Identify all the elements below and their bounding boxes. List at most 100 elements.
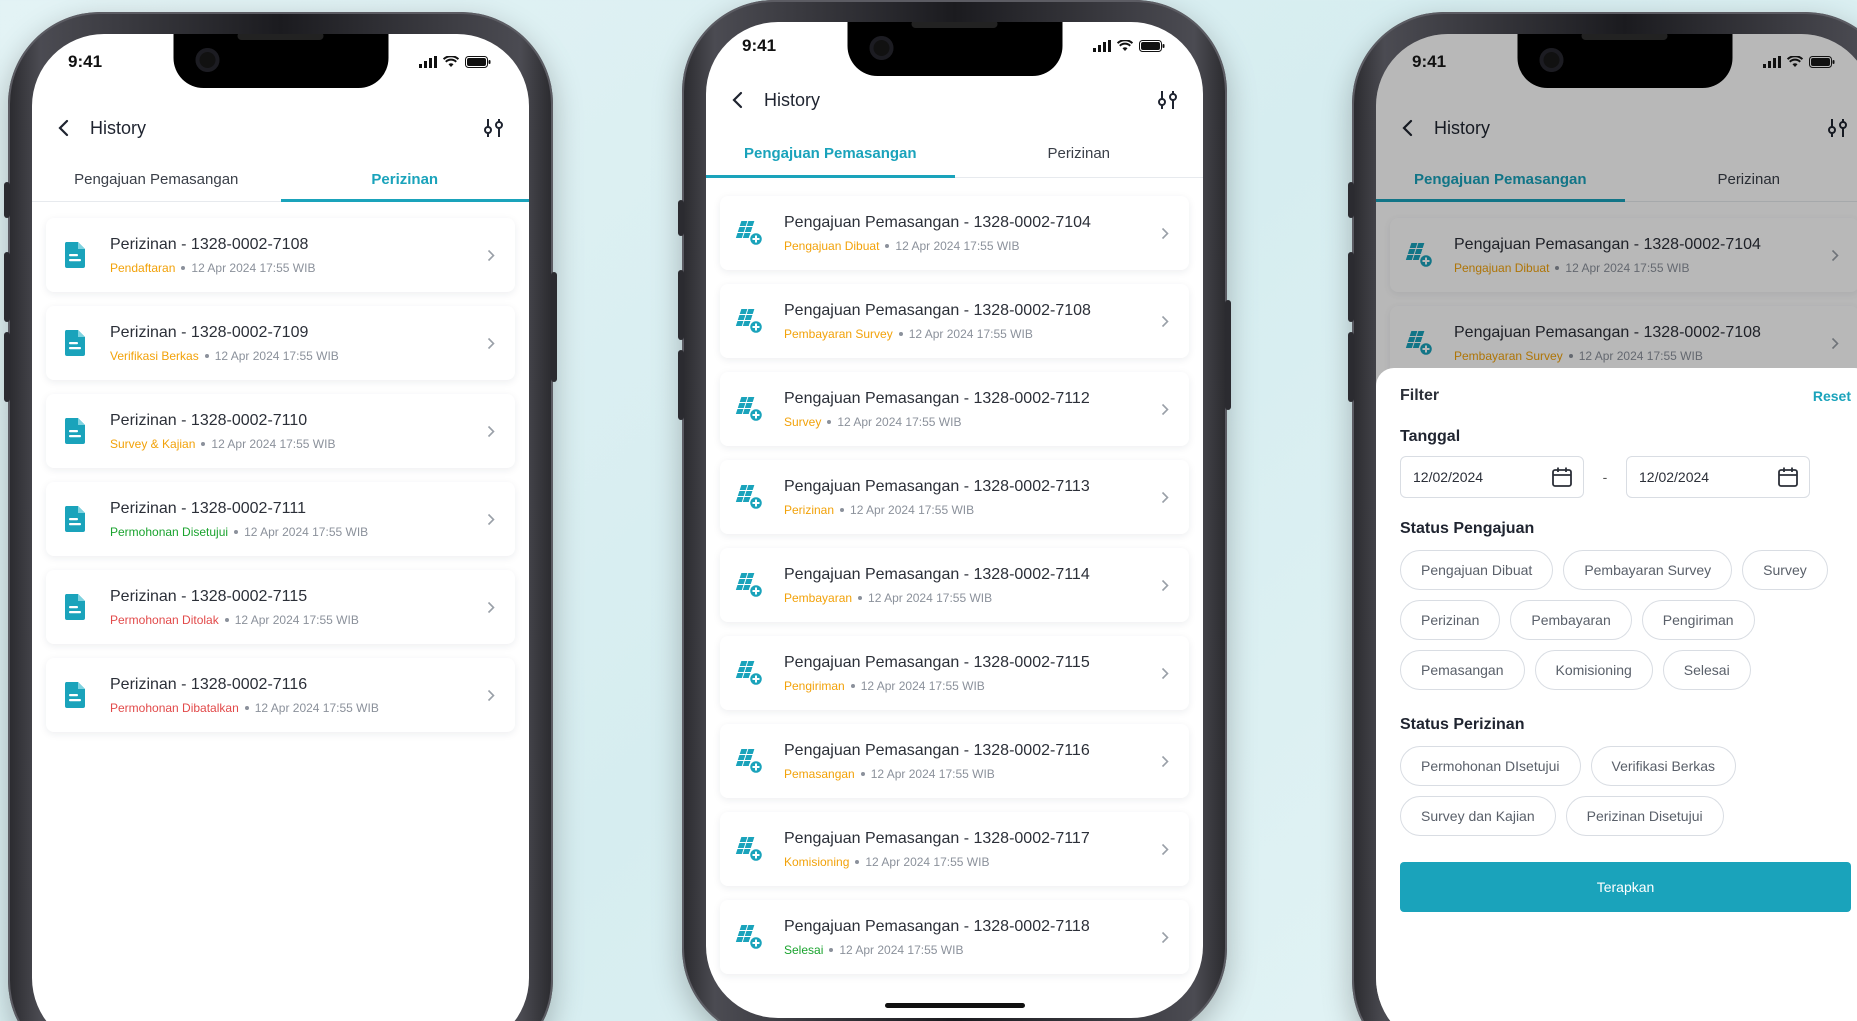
list-item-body: Pengajuan Pemasangan - 1328-0002-7115 Pen… <box>784 654 1161 693</box>
chevron-right-icon <box>487 336 499 350</box>
separator-dot <box>858 596 863 601</box>
status-pengajuan-chip[interactable]: Perizinan <box>1400 600 1501 640</box>
separator-dot <box>860 772 865 777</box>
list-item[interactable]: Pengajuan Pemasangan - 1328-0002-7108 Pem… <box>720 284 1189 358</box>
timestamp: 12 Apr 2024 17:55 WIB <box>850 502 975 517</box>
timestamp: 12 Apr 2024 17:55 WIB <box>868 590 993 605</box>
list-item[interactable]: Pengajuan Pemasangan - 1328-0002-7117 Kom… <box>720 812 1189 886</box>
wifi-icon <box>1787 56 1803 67</box>
status-perizinan-chips: Permohonan DIsetujui Verifikasi Berkas Sur… <box>1400 746 1851 836</box>
tab-perizinan[interactable]: Perizinan <box>280 158 530 202</box>
phone-mockup-perizinan: 9:41 History Pengajuan Pemasangan Perizi… <box>4 12 557 1021</box>
list-item-title: Pengajuan Pemasangan - 1328-0002-7112 <box>784 389 1090 407</box>
screen: 9:41 History Pengajuan Pemasangan Perizi… <box>1376 34 1857 1021</box>
list-item-meta: Survey & Kajian 12 Apr 2024 17:55 WIB <box>110 437 487 451</box>
list-item-body: Pengajuan Pemasangan - 1328-0002-7116 Pem… <box>784 742 1161 781</box>
status-label: Pengiriman <box>784 678 845 693</box>
list-item-title: Pengajuan Pemasangan - 1328-0002-7117 <box>784 829 1090 847</box>
status-label: Permohonan Disetujui <box>110 524 229 539</box>
status-pengajuan-chip[interactable]: Pengajuan Dibuat <box>1400 550 1554 590</box>
status-pengajuan-chip[interactable]: Pengiriman <box>1641 600 1755 640</box>
side-button <box>551 272 557 382</box>
tab-pengajuan-pemasangan[interactable]: Pengajuan Pemasangan <box>32 158 281 201</box>
list-item-meta: Pemasangan 12 Apr 2024 17:55 WIB <box>784 767 1161 781</box>
list-item[interactable]: Pengajuan Pemasangan - 1328-0002-7116 Pem… <box>720 724 1189 798</box>
list-item[interactable]: Pengajuan Pemasangan - 1328-0002-7114 Pem… <box>720 548 1189 622</box>
list-item-body: Perizinan - 1328-0002-7110 Survey & Kajia… <box>110 412 487 451</box>
back-icon[interactable] <box>728 91 746 109</box>
timestamp: 12 Apr 2024 17:55 WIB <box>908 326 1033 341</box>
status-pengajuan-chip[interactable]: Pemasangan <box>1400 650 1525 690</box>
list-item[interactable]: Perizinan - 1328-0002-7115 Permohonan Dit… <box>46 570 515 644</box>
separator-dot <box>840 508 845 513</box>
list-item-body: Perizinan - 1328-0002-7108 Pendaftaran 12 … <box>110 236 487 275</box>
filter-sliders-icon[interactable] <box>1155 87 1181 113</box>
chevron-right-icon <box>1161 314 1173 328</box>
status-label: Verifikasi Berkas <box>110 348 199 363</box>
list-item[interactable]: Perizinan - 1328-0002-7108 Pendaftaran 12 … <box>46 218 515 292</box>
chevron-right-icon <box>487 512 499 526</box>
status-label: Survey <box>784 414 822 429</box>
status-time: 9:41 <box>68 52 103 71</box>
status-icons <box>1093 40 1165 52</box>
status-pengajuan-chip[interactable]: Survey <box>1742 550 1828 590</box>
status-label: Komisioning <box>784 854 850 869</box>
status-perizinan-chip[interactable]: Perizinan Disetujui <box>1565 796 1724 836</box>
tab-perizinan[interactable]: Perizinan <box>955 130 1204 177</box>
status-pengajuan-chip[interactable]: Komisioning <box>1534 650 1653 690</box>
separator-dot <box>201 442 206 447</box>
list-item-meta: Permohonan Dibatalkan 12 Apr 2024 17:55 W… <box>110 701 487 715</box>
phone-mockup-filter: 9:41 History Pengajuan Pemasangan Perizi… <box>1348 12 1857 1021</box>
solar-panel-add-icon <box>734 922 764 952</box>
filter-sliders-icon[interactable] <box>481 115 507 141</box>
calendar-icon <box>1778 467 1798 487</box>
list-item[interactable]: Perizinan - 1328-0002-7111 Permohonan Dis… <box>46 482 515 556</box>
reset-button[interactable]: Reset <box>1813 388 1851 404</box>
apply-filter-button[interactable]: Terapkan <box>1400 862 1851 912</box>
list-item-meta: Pendaftaran 12 Apr 2024 17:55 WIB <box>110 261 487 275</box>
list-item-body: Pengajuan Pemasangan - 1328-0002-7118 Sel… <box>784 918 1161 957</box>
status-perizinan-label: Status Perizinan <box>1400 716 1525 733</box>
solar-panel-add-icon <box>734 746 764 776</box>
status-time: 9:41 <box>1412 52 1447 71</box>
status-time: 9:41 <box>742 36 777 55</box>
separator-dot <box>827 420 832 425</box>
solar-panel-add-icon <box>734 658 764 688</box>
wifi-icon <box>443 56 459 67</box>
list-item-body: Pengajuan Pemasangan - 1328-0002-7114 Pem… <box>784 566 1161 605</box>
list-item[interactable]: Pengajuan Pemasangan - 1328-0002-7118 Sel… <box>720 900 1189 974</box>
list-item-meta: Permohonan Ditolak 12 Apr 2024 17:55 WIB <box>110 613 487 627</box>
status-label: Pemasangan <box>784 766 855 781</box>
history-list: Perizinan - 1328-0002-7108 Pendaftaran 12 … <box>46 218 515 746</box>
list-item-meta: Permohonan Disetujui 12 Apr 2024 17:55 WI… <box>110 525 487 539</box>
signal-icon <box>1763 56 1781 68</box>
date-to-field[interactable]: 12/02/2024 <box>1626 456 1810 498</box>
list-item-title: Perizinan - 1328-0002-7108 <box>110 235 309 253</box>
filter-title: Filter <box>1400 387 1440 404</box>
list-item[interactable]: Pengajuan Pemasangan - 1328-0002-7115 Pen… <box>720 636 1189 710</box>
status-perizinan-chip[interactable]: Permohonan DIsetujui <box>1400 746 1581 786</box>
separator-dot <box>244 706 249 711</box>
list-item[interactable]: Perizinan - 1328-0002-7116 Permohonan Dib… <box>46 658 515 732</box>
solar-panel-add-icon <box>734 306 764 336</box>
status-label: Survey & Kajian <box>110 436 196 451</box>
side-button <box>4 252 10 322</box>
list-item[interactable]: Pengajuan Pemasangan - 1328-0002-7104 Pen… <box>720 196 1189 270</box>
status-pengajuan-chip[interactable]: Pembayaran Survey <box>1563 550 1733 590</box>
back-icon[interactable] <box>54 119 72 137</box>
list-item[interactable]: Pengajuan Pemasangan - 1328-0002-7113 Per… <box>720 460 1189 534</box>
timestamp: 12 Apr 2024 17:55 WIB <box>895 238 1020 253</box>
list-item[interactable]: Pengajuan Pemasangan - 1328-0002-7112 Sur… <box>720 372 1189 446</box>
list-item[interactable]: Perizinan - 1328-0002-7110 Survey & Kajia… <box>46 394 515 468</box>
date-from-field[interactable]: 12/02/2024 <box>1400 456 1584 498</box>
status-pengajuan-chip[interactable]: Pembayaran <box>1510 600 1632 640</box>
status-pengajuan-chip[interactable]: Selesai <box>1662 650 1751 690</box>
list-item[interactable]: Perizinan - 1328-0002-7109 Verifikasi Ber… <box>46 306 515 380</box>
home-indicator <box>884 1003 1025 1008</box>
status-perizinan-chip[interactable]: Verifikasi Berkas <box>1590 746 1737 786</box>
chevron-right-icon <box>1161 666 1173 680</box>
chevron-right-icon <box>487 688 499 702</box>
timestamp: 12 Apr 2024 17:55 WIB <box>837 414 962 429</box>
status-perizinan-chip[interactable]: Survey dan Kajian <box>1400 796 1556 836</box>
tab-pengajuan-pemasangan[interactable]: Pengajuan Pemasangan <box>706 130 955 178</box>
